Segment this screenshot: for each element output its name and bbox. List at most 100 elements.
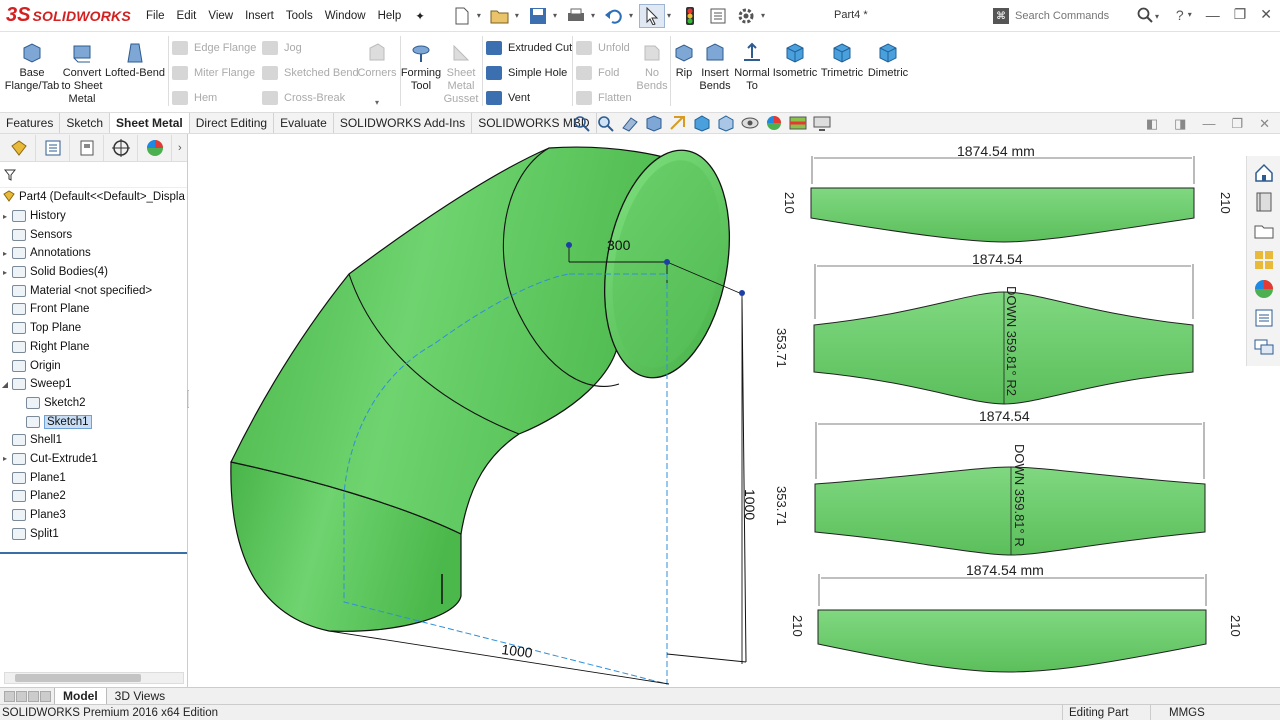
rollback-bar[interactable] bbox=[0, 552, 187, 554]
property-manager-tab-icon[interactable] bbox=[36, 134, 70, 161]
save-caret-icon[interactable]: ▾ bbox=[553, 11, 557, 20]
simple-hole-button[interactable]: Simple Hole bbox=[486, 63, 567, 83]
close-icon[interactable]: ✕ bbox=[1260, 6, 1272, 23]
dimxpert-tab-icon[interactable] bbox=[104, 134, 138, 161]
tree-item[interactable]: Sketch1 bbox=[0, 412, 187, 431]
flat3-width-dim[interactable]: 1874.54 bbox=[979, 408, 1030, 424]
flatten-button[interactable]: Flatten bbox=[576, 88, 632, 108]
display-manager-tab-icon[interactable] bbox=[138, 134, 172, 161]
viewport-dock-right-icon[interactable]: ◨ bbox=[1174, 116, 1186, 132]
hide-show-items-icon[interactable] bbox=[740, 114, 760, 132]
sketch-point[interactable] bbox=[566, 242, 572, 248]
flat1-right-dim[interactable]: 210 bbox=[1218, 192, 1233, 214]
model-viewport[interactable]: 300 1000 1000 1874.54 mm 210 210 1874.54… bbox=[189, 134, 1280, 687]
menu-tools[interactable]: Tools bbox=[280, 10, 319, 22]
flat-pattern-3[interactable]: 1874.54 353.71 DOWN 359.81° R bbox=[774, 408, 1206, 556]
last-tab-icon[interactable] bbox=[40, 690, 51, 702]
search-caret-icon[interactable]: ▾ bbox=[1155, 12, 1159, 21]
extruded-cut-button[interactable]: Extruded Cut bbox=[486, 38, 572, 58]
menu-insert[interactable]: Insert bbox=[239, 10, 280, 22]
tree-item[interactable]: Shell1 bbox=[0, 431, 187, 450]
edge-flange-button[interactable]: Edge Flange bbox=[172, 38, 256, 58]
prev-tab-icon[interactable] bbox=[16, 690, 27, 702]
unit-system-selector[interactable]: MMGS bbox=[1150, 705, 1205, 720]
sketched-bend-button[interactable]: Sketched Bend bbox=[262, 63, 359, 83]
options-gear-icon[interactable] bbox=[733, 4, 759, 28]
search-input[interactable] bbox=[1015, 10, 1135, 22]
tree-item[interactable]: Plane1 bbox=[0, 468, 187, 487]
undo-caret-icon[interactable]: ▾ bbox=[629, 11, 633, 20]
forming-tool-button[interactable]: Forming Tool bbox=[400, 42, 442, 93]
select-caret-icon[interactable]: ▾ bbox=[667, 11, 671, 20]
new-document-icon[interactable] bbox=[449, 4, 475, 28]
miter-flange-button[interactable]: Miter Flange bbox=[172, 63, 255, 83]
zoom-to-area-icon[interactable] bbox=[596, 114, 616, 132]
base-flange-button[interactable]: Base Flange/Tab bbox=[4, 42, 60, 93]
viewport-dock-left-icon[interactable]: ◧ bbox=[1146, 116, 1158, 132]
jog-button[interactable]: Jog bbox=[262, 38, 302, 58]
section-view-icon[interactable] bbox=[644, 114, 664, 132]
corners-caret-icon[interactable]: ▾ bbox=[356, 96, 398, 109]
tree-filter[interactable] bbox=[0, 162, 187, 188]
viewport-minimize-icon[interactable]: — bbox=[1202, 116, 1215, 132]
flat2-width-dim[interactable]: 1874.54 bbox=[972, 251, 1023, 267]
tab-direct-editing[interactable]: Direct Editing bbox=[190, 113, 275, 133]
pin-icon[interactable]: ✦ bbox=[409, 9, 431, 23]
menu-view[interactable]: View bbox=[202, 10, 239, 22]
viewport-close-icon[interactable]: ✕ bbox=[1259, 116, 1270, 132]
menu-help[interactable]: Help bbox=[372, 10, 408, 22]
view-settings-icon[interactable] bbox=[812, 114, 832, 132]
tree-root[interactable]: Part4 (Default<<Default>_Displa bbox=[0, 188, 187, 207]
graphics-area[interactable]: 300 1000 1000 1874.54 mm 210 210 1874.54… bbox=[189, 134, 1280, 687]
insert-bends-button[interactable]: Insert Bends bbox=[698, 42, 732, 93]
tree-item[interactable]: ◢ Sweep1 bbox=[0, 375, 187, 394]
flat-pattern-1[interactable]: 1874.54 mm 210 210 bbox=[782, 143, 1233, 243]
view-palette-icon[interactable] bbox=[1252, 248, 1276, 272]
flat2-left-dim[interactable]: 353.71 bbox=[774, 328, 789, 368]
dimension-1000-base[interactable]: 1000 bbox=[501, 641, 534, 661]
flat4-right-dim[interactable]: 210 bbox=[1228, 615, 1243, 637]
viewport-restore-icon[interactable]: ❐ bbox=[1231, 116, 1243, 132]
tab-3d-views[interactable]: 3D Views bbox=[107, 688, 173, 705]
open-caret-icon[interactable]: ▾ bbox=[515, 11, 519, 20]
panel-tabs-more-icon[interactable]: › bbox=[178, 142, 182, 154]
first-tab-icon[interactable] bbox=[4, 690, 15, 702]
sheet-metal-gusset-button[interactable]: Sheet Metal Gusset bbox=[442, 42, 480, 106]
flat2-bend-note[interactable]: DOWN 359.81° R2 bbox=[1004, 286, 1019, 396]
forum-icon[interactable] bbox=[1252, 335, 1276, 359]
trimetric-button[interactable]: Trimetric bbox=[818, 42, 866, 80]
flat3-bend-note[interactable]: DOWN 359.81° R bbox=[1012, 444, 1027, 547]
convert-sheet-metal-button[interactable]: Convert to Sheet Metal bbox=[60, 42, 104, 106]
normal-to-button[interactable]: Normal To bbox=[732, 42, 772, 93]
dimension-300[interactable]: 300 bbox=[607, 237, 631, 253]
tree-item[interactable]: ▸ Solid Bodies(4) bbox=[0, 263, 187, 282]
tree-item[interactable]: Top Plane bbox=[0, 319, 187, 338]
rip-button[interactable]: Rip bbox=[670, 42, 698, 80]
lofted-bend-button[interactable]: Lofted-Bend bbox=[104, 42, 166, 80]
vent-button[interactable]: Vent bbox=[486, 88, 530, 108]
no-bends-button[interactable]: No Bends bbox=[634, 42, 670, 93]
feature-manager-tab-icon[interactable] bbox=[2, 134, 36, 161]
isometric-button[interactable]: Isometric bbox=[772, 42, 818, 80]
restore-icon[interactable]: ❐ bbox=[1234, 6, 1247, 23]
view-orientation-icon[interactable] bbox=[692, 114, 712, 132]
menu-window[interactable]: Window bbox=[319, 10, 372, 22]
save-icon[interactable] bbox=[525, 4, 551, 28]
select-arrow-icon[interactable] bbox=[638, 3, 665, 28]
flat1-width-dim[interactable]: 1874.54 mm bbox=[957, 143, 1035, 159]
dimension-1000-vertical[interactable]: 1000 bbox=[742, 489, 758, 520]
tree-item[interactable]: Material <not specified> bbox=[0, 281, 187, 300]
flat4-width-dim[interactable]: 1874.54 mm bbox=[966, 562, 1044, 578]
solidworks-logo[interactable]: 3S SOLIDWORKS bbox=[0, 0, 140, 32]
expanded-caret-icon[interactable]: ◢ bbox=[0, 380, 10, 389]
edit-appearance-icon[interactable] bbox=[764, 114, 784, 132]
corners-button[interactable]: Corners ▾ bbox=[356, 42, 398, 109]
tree-item[interactable]: Plane2 bbox=[0, 487, 187, 506]
search-scope-icon[interactable]: ⌘ bbox=[993, 8, 1009, 24]
sketch-point[interactable] bbox=[664, 259, 670, 265]
flat3-left-dim[interactable]: 353.71 bbox=[774, 486, 789, 526]
file-explorer-icon[interactable] bbox=[1252, 219, 1276, 243]
cross-break-button[interactable]: Cross-Break bbox=[262, 88, 345, 108]
expand-caret-icon[interactable]: ▸ bbox=[0, 212, 10, 221]
scrollbar-thumb[interactable] bbox=[15, 674, 141, 682]
